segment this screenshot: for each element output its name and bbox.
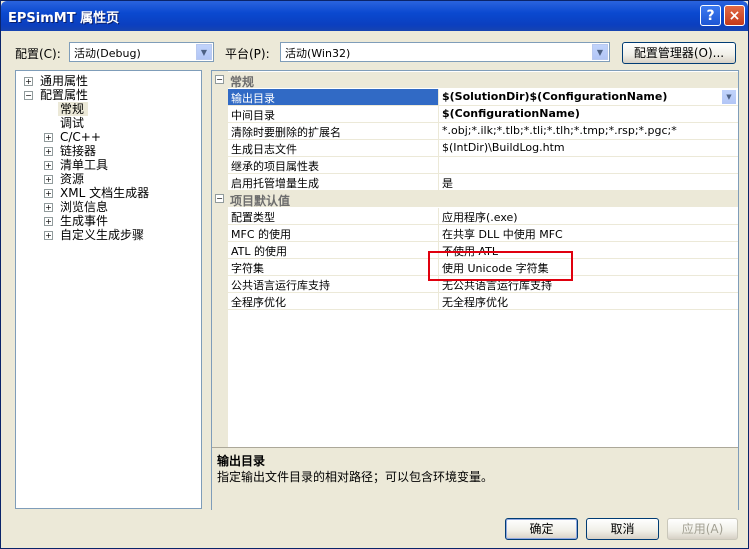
tree-item-label: 配置属性 — [40, 88, 89, 102]
property-name: ATL 的使用 — [231, 245, 288, 258]
category-title: 常规 — [230, 75, 255, 89]
collapse-icon[interactable]: − — [215, 75, 224, 84]
property-row[interactable]: MFC 的使用 在共享 DLL 中使用 MFC — [228, 225, 738, 242]
property-name: 生成日志文件 — [231, 143, 297, 156]
property-value: *.obj;*.ilk;*.tlb;*.tli;*.tlh;*.tmp;*.rs… — [442, 124, 677, 137]
tree-item-label: XML 文档生成器 — [60, 186, 150, 200]
property-grid: − 常规 输出目录 $(SolutionDir)$(ConfigurationN… — [211, 70, 739, 510]
property-row[interactable]: 配置类型 应用程序(.exe) — [228, 208, 738, 225]
config-label: 配置(C): — [15, 47, 61, 61]
tree-item-label: 浏览信息 — [60, 200, 109, 214]
property-row[interactable]: 启用托管增量生成 是 — [228, 174, 738, 191]
chevron-down-icon[interactable]: ▼ — [722, 90, 736, 104]
tree-item-label: 自定义生成步骤 — [60, 228, 145, 242]
expand-icon[interactable]: + — [44, 231, 53, 240]
category-title: 项目默认值 — [230, 194, 291, 208]
title-bar[interactable]: EPSimMT 属性页 ? × — [1, 1, 748, 31]
expand-icon[interactable]: + — [44, 217, 53, 226]
help-button[interactable]: ? — [700, 5, 721, 26]
expand-icon[interactable]: + — [44, 189, 53, 198]
column-divider — [438, 157, 439, 174]
platform-label: 平台(P): — [225, 47, 270, 61]
tree-item-label: 通用属性 — [40, 74, 89, 88]
description-panel: 输出目录 指定输出文件目录的相对路径；可以包含环境变量。 — [212, 447, 738, 510]
expand-icon[interactable]: + — [24, 77, 33, 86]
property-value: $(IntDir)\BuildLog.htm — [442, 141, 565, 154]
property-name: 字符集 — [231, 262, 264, 275]
column-divider — [438, 123, 439, 140]
expand-icon[interactable]: + — [44, 161, 53, 170]
property-value: 是 — [442, 177, 453, 190]
tree-item-label: 清单工具 — [60, 158, 109, 172]
property-value: 在共享 DLL 中使用 MFC — [442, 228, 563, 241]
description-title: 输出目录 — [217, 454, 266, 468]
tree-item-label: C/C++ — [60, 130, 101, 144]
config-select-value: 活动(Debug) — [74, 47, 141, 60]
tree-item-label: 生成事件 — [60, 214, 109, 228]
platform-select-value: 活动(Win32) — [285, 47, 351, 60]
column-divider — [438, 106, 439, 123]
column-divider — [438, 293, 439, 310]
expand-icon[interactable]: + — [44, 203, 53, 212]
property-name: 中间目录 — [231, 109, 275, 122]
property-name: 公共语言运行库支持 — [231, 279, 330, 292]
description-text: 指定输出文件目录的相对路径；可以包含环境变量。 — [217, 470, 494, 484]
property-name: 全程序优化 — [231, 296, 286, 309]
expand-icon[interactable]: + — [44, 147, 53, 156]
platform-select[interactable]: 活动(Win32) ▼ — [280, 42, 610, 62]
column-divider — [438, 208, 439, 225]
window-title: EPSimMT 属性页 — [8, 11, 120, 26]
tree-item-label: 常规 — [60, 102, 85, 116]
property-value: 无全程序优化 — [442, 296, 508, 309]
cancel-button[interactable]: 取消 — [586, 518, 659, 540]
property-value: $(SolutionDir)$(ConfigurationName) — [442, 90, 668, 103]
close-button[interactable]: × — [724, 5, 745, 26]
tree-item-label: 资源 — [60, 172, 85, 186]
expand-icon[interactable]: + — [44, 175, 53, 184]
property-name: 配置类型 — [231, 211, 275, 224]
column-divider — [438, 225, 439, 242]
collapse-icon[interactable]: − — [24, 91, 33, 100]
category-project-defaults[interactable]: − 项目默认值 — [212, 191, 738, 208]
property-row[interactable]: 中间目录 $(ConfigurationName) — [228, 106, 738, 123]
chevron-down-icon[interactable]: ▼ — [592, 44, 608, 60]
property-name: 输出目录 — [231, 92, 275, 105]
apply-button[interactable]: 应用(A) — [667, 518, 738, 540]
category-general[interactable]: − 常规 — [212, 72, 738, 89]
config-select[interactable]: 活动(Debug) ▼ — [69, 42, 214, 62]
property-row[interactable]: 清除时要删除的扩展名 *.obj;*.ilk;*.tlb;*.tli;*.tlh… — [228, 123, 738, 140]
property-name: 清除时要删除的扩展名 — [231, 126, 341, 139]
property-row[interactable]: 生成日志文件 $(IntDir)\BuildLog.htm — [228, 140, 738, 157]
category-tree[interactable]: + 通用属性 − 配置属性 常规 调试 + C/C++ + 链接器 + 清单工具… — [15, 70, 202, 509]
property-name: 继承的项目属性表 — [231, 160, 319, 173]
property-pages-window: EPSimMT 属性页 ? × 配置(C): 活动(Debug) ▼ 平台(P)… — [0, 0, 749, 549]
tree-item-label: 调试 — [60, 116, 85, 130]
property-value: $(ConfigurationName) — [442, 107, 580, 120]
tree-item-label: 链接器 — [60, 144, 97, 158]
property-row[interactable]: 继承的项目属性表 — [228, 157, 738, 174]
property-name: MFC 的使用 — [231, 228, 291, 241]
property-row[interactable]: 全程序优化 无全程序优化 — [228, 293, 738, 310]
property-row[interactable]: 输出目录 $(SolutionDir)$(ConfigurationName) … — [228, 89, 738, 106]
column-divider — [438, 89, 439, 106]
property-value: 应用程序(.exe) — [442, 211, 518, 224]
grid-gutter — [212, 71, 228, 447]
property-name: 启用托管增量生成 — [231, 177, 319, 190]
ok-button[interactable]: 确定 — [505, 518, 578, 540]
annotation-highlight-box — [428, 251, 573, 281]
column-divider — [438, 140, 439, 157]
column-divider — [438, 174, 439, 191]
config-manager-button[interactable]: 配置管理器(O)... — [622, 42, 736, 64]
collapse-icon[interactable]: − — [215, 194, 224, 203]
expand-icon[interactable]: + — [44, 133, 53, 142]
tree-item-general[interactable]: 常规 — [58, 102, 88, 116]
chevron-down-icon[interactable]: ▼ — [196, 44, 212, 60]
